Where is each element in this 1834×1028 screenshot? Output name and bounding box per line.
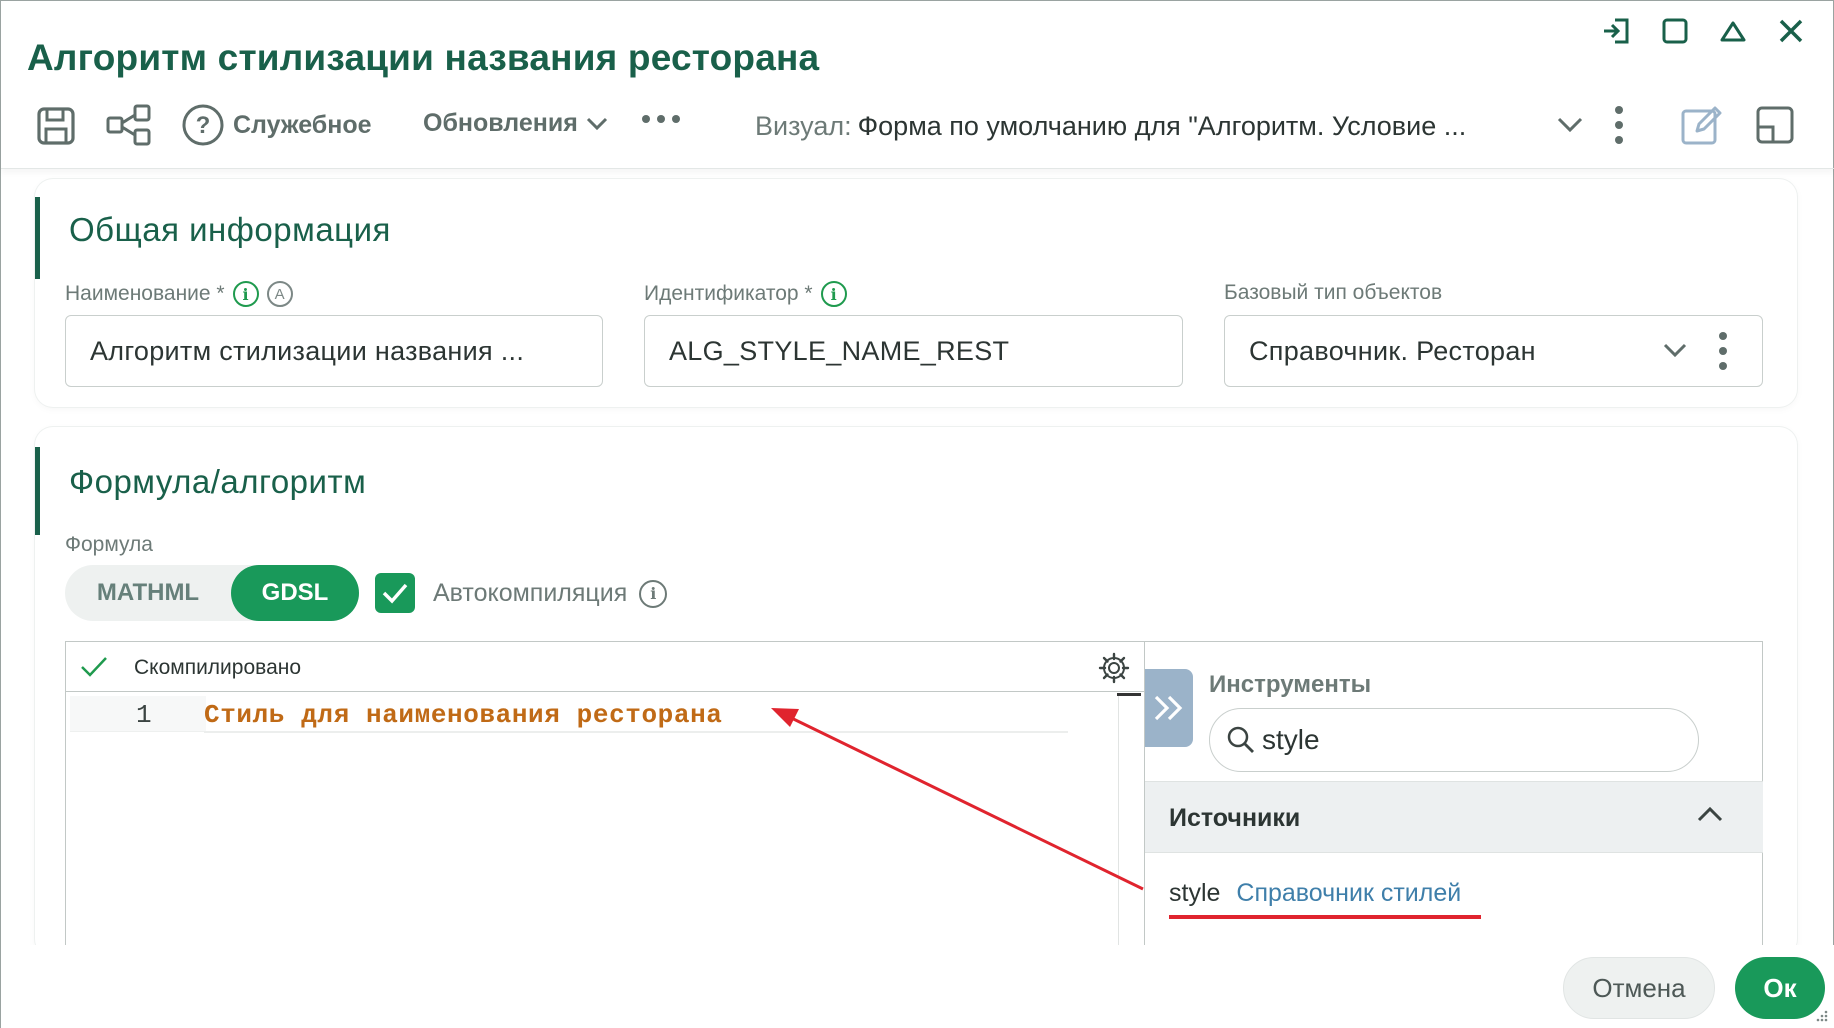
id-label-text: Идентификатор * xyxy=(644,282,813,305)
chevron-up-icon[interactable] xyxy=(1697,806,1723,827)
current-line-highlight xyxy=(204,731,1068,733)
question-icon: ? xyxy=(182,104,224,146)
help-label: Служебное xyxy=(233,110,372,139)
editor-scrollbar[interactable] xyxy=(1118,694,1144,952)
id-field-label: Идентификатор * i xyxy=(644,281,847,307)
base-type-value: Справочник. Ресторан xyxy=(1249,335,1536,366)
name-field[interactable]: Алгоритм стилизации названия ... xyxy=(65,315,603,387)
check-icon xyxy=(81,657,107,677)
code-line[interactable]: Стиль для наименования ресторана xyxy=(204,700,722,730)
visual-selector[interactable]: Визуал: Форма по умолчанию для "Алгоритм… xyxy=(755,111,1466,142)
line-number: 1 xyxy=(136,700,152,730)
info-icon[interactable]: i xyxy=(820,281,847,307)
save-icon[interactable] xyxy=(35,105,77,147)
share-icon[interactable] xyxy=(105,103,153,147)
chevron-down-icon xyxy=(586,117,607,130)
id-field[interactable]: ALG_STYLE_NAME_REST xyxy=(644,315,1183,387)
autocompile-label-group: Автокомпиляция i xyxy=(433,579,668,608)
name-field-label: Наименование * i A xyxy=(65,281,293,307)
gear-icon[interactable] xyxy=(1098,652,1130,684)
more-horizontal-icon[interactable] xyxy=(641,113,681,125)
dialog-footer xyxy=(1,945,1834,1028)
scrollbar-thumb[interactable] xyxy=(1117,693,1141,696)
formula-title: Формула/алгоритм xyxy=(69,463,367,500)
updates-menu[interactable]: Обновления xyxy=(423,109,608,138)
code-editor[interactable]: Скомпилировано 1 Стиль для наименования … xyxy=(65,641,1145,952)
cancel-button[interactable]: Отмена xyxy=(1563,957,1715,1019)
edit-form-icon[interactable] xyxy=(1679,103,1723,147)
double-chevron-right-icon xyxy=(1154,695,1183,721)
info-icon[interactable]: i xyxy=(639,579,668,608)
pin-icon[interactable] xyxy=(1601,15,1633,47)
collapse-icon[interactable] xyxy=(1717,15,1749,47)
autocompile-checkbox[interactable] xyxy=(375,573,415,613)
formula-label: Формула xyxy=(65,533,153,556)
maximize-icon[interactable] xyxy=(1659,15,1691,47)
editor-status-bar: Скомпилировано xyxy=(66,642,1144,692)
info-icon[interactable]: i xyxy=(232,281,259,307)
search-value: style xyxy=(1262,724,1320,755)
section-accent-bar xyxy=(35,197,40,279)
tools-search-input[interactable]: style xyxy=(1209,708,1699,772)
base-type-label-text: Базовый тип объектов xyxy=(1224,281,1443,304)
source-item-name: style xyxy=(1169,879,1221,907)
close-icon[interactable] xyxy=(1775,15,1807,47)
more-vertical-icon[interactable] xyxy=(1613,105,1625,145)
help-menu[interactable]: ? Служебное xyxy=(181,103,372,147)
translate-icon[interactable]: A xyxy=(266,281,293,307)
autocompile-label: Автокомпиляция xyxy=(433,579,628,607)
updates-label: Обновления xyxy=(423,109,578,137)
expand-panel-button[interactable] xyxy=(1145,669,1193,747)
search-icon xyxy=(1227,726,1254,753)
base-type-more-icon[interactable] xyxy=(1717,331,1729,376)
sources-title: Источники xyxy=(1169,804,1301,832)
section-accent-bar xyxy=(35,447,40,535)
source-item[interactable]: style Справочник стилей xyxy=(1169,879,1461,908)
layout-icon[interactable] xyxy=(1755,105,1795,145)
check-icon xyxy=(382,583,408,604)
mode-gdsl[interactable]: GDSL xyxy=(231,565,359,621)
name-label-text: Наименование * xyxy=(65,282,225,305)
general-info-title: Общая информация xyxy=(69,211,391,248)
visual-label: Визуал: xyxy=(755,111,852,141)
mode-mathml[interactable]: MATHML xyxy=(65,565,231,621)
ok-button[interactable]: Ок xyxy=(1735,957,1825,1019)
dialog-title: Алгоритм стилизации названия ресторана xyxy=(27,37,820,78)
dialog-window: Алгоритм стилизации названия ресторана ?… xyxy=(0,0,1834,1028)
window-controls xyxy=(1601,15,1807,47)
tools-title: Инструменты xyxy=(1209,671,1372,698)
base-type-chevron-down-icon[interactable] xyxy=(1663,343,1687,364)
svg-text:?: ? xyxy=(196,112,211,139)
resize-grip-icon[interactable] xyxy=(1815,1009,1829,1023)
formula-mode-toggle: MATHML GDSL xyxy=(65,565,359,621)
visual-value: Форма по умолчанию для "Алгоритм. Услови… xyxy=(857,111,1467,141)
base-type-label: Базовый тип объектов xyxy=(1224,281,1442,305)
source-item-desc: Справочник стилей xyxy=(1236,879,1462,907)
annotation-underline xyxy=(1169,915,1481,919)
compile-status: Скомпилировано xyxy=(134,656,302,679)
visual-chevron-down-icon[interactable] xyxy=(1557,117,1583,133)
